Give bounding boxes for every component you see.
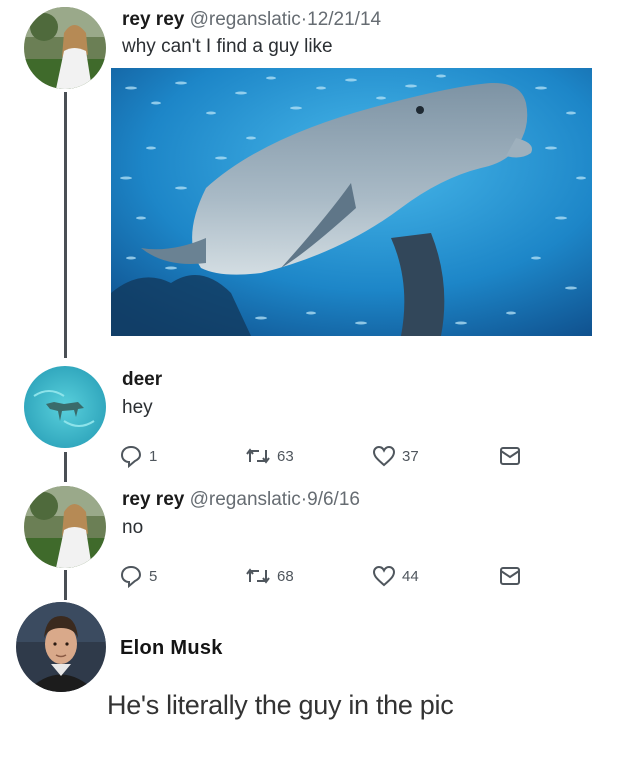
reply2-retweet-button[interactable]: 68 xyxy=(245,563,294,589)
comment-display-name[interactable]: Elon Musk xyxy=(120,637,223,660)
avatar-deer[interactable] xyxy=(24,366,106,448)
reply1-reply-count: 1 xyxy=(149,447,158,465)
heart-icon xyxy=(372,565,396,587)
reply-icon xyxy=(120,565,142,588)
reply1-header: deer xyxy=(122,369,162,391)
reply1-like-button[interactable]: 37 xyxy=(372,443,419,469)
thread-line-2 xyxy=(64,452,67,482)
tweet1-display-name[interactable]: rey rey xyxy=(122,9,184,30)
reply2-display-name[interactable]: rey rey xyxy=(122,489,184,510)
avatar-reyrey[interactable] xyxy=(24,7,106,89)
reply2-actions: 5 68 44 xyxy=(119,563,539,589)
envelope-icon xyxy=(500,567,520,585)
reply2-dm-button[interactable] xyxy=(498,563,522,589)
tweet1-header: rey rey @reganslatic·12/21/14 xyxy=(122,9,381,31)
reply2-reply-button[interactable]: 5 xyxy=(119,563,157,589)
thread-line-1 xyxy=(64,92,67,358)
reply2-reply-count: 5 xyxy=(149,567,158,585)
tweet1-handle[interactable]: @reganslatic xyxy=(190,9,301,30)
reply2-retweet-count: 68 xyxy=(277,567,294,585)
reply1-retweet-button[interactable]: 63 xyxy=(245,443,294,469)
reply1-text: hey xyxy=(122,397,153,418)
retweet-icon xyxy=(246,568,270,584)
reply1-actions: 1 63 37 xyxy=(119,443,539,469)
reply2-like-button[interactable]: 44 xyxy=(372,563,419,589)
reply1-dm-button[interactable] xyxy=(498,443,522,469)
dolphin-photo[interactable] xyxy=(111,68,592,336)
reply1-retweet-count: 63 xyxy=(277,447,294,465)
comment-text: He's literally the guy in the pic xyxy=(107,690,454,720)
heart-icon xyxy=(372,445,396,467)
reply2-handle[interactable]: @reganslatic xyxy=(190,489,301,510)
thread-line-3 xyxy=(64,570,67,600)
reply2-like-count: 44 xyxy=(402,567,419,585)
reply-icon xyxy=(120,445,142,468)
avatar-reyrey-reply[interactable] xyxy=(24,486,106,568)
reply2-header: rey rey @reganslatic·9/6/16 xyxy=(122,489,360,511)
reply1-display-name[interactable]: deer xyxy=(122,369,162,390)
reply1-like-count: 37 xyxy=(402,447,419,465)
envelope-icon xyxy=(500,447,520,465)
reply2-date[interactable]: 9/6/16 xyxy=(307,489,360,510)
reply1-reply-button[interactable]: 1 xyxy=(119,443,157,469)
tweet1-text: why can't I find a guy like xyxy=(122,36,333,57)
tweet1-date[interactable]: 12/21/14 xyxy=(307,9,381,30)
retweet-icon xyxy=(246,448,270,464)
reply2-text: no xyxy=(122,517,144,538)
avatar-elon-musk[interactable] xyxy=(16,602,106,692)
